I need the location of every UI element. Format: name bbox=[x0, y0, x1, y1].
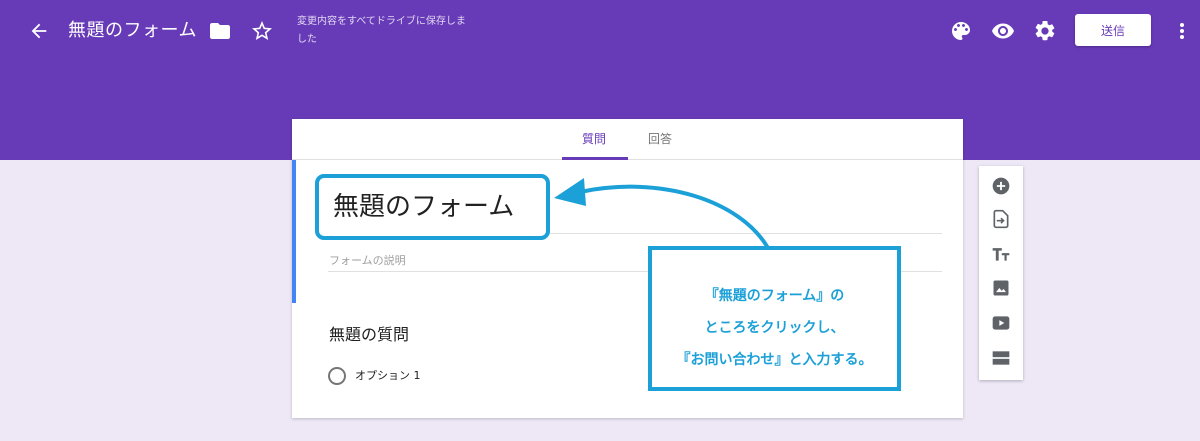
radio-button[interactable] bbox=[328, 367, 346, 385]
floating-toolbar bbox=[979, 166, 1023, 380]
tab-responses[interactable]: 回答 bbox=[648, 131, 672, 147]
form-description-input[interactable]: フォームの説明 bbox=[329, 254, 406, 268]
image-icon[interactable] bbox=[991, 278, 1011, 298]
folder-icon[interactable] bbox=[208, 19, 232, 43]
instruction-callout: 『無題のフォーム』の ところをクリックし、 『お問い合わせ』と入力する。 bbox=[648, 246, 901, 391]
form-name-header[interactable]: 無題のフォーム bbox=[68, 18, 197, 44]
question-title[interactable]: 無題の質問 bbox=[329, 324, 409, 346]
back-arrow-icon[interactable] bbox=[28, 20, 50, 42]
tab-bar: 質問 回答 bbox=[292, 119, 963, 160]
send-button[interactable]: 送信 bbox=[1075, 14, 1151, 46]
star-icon[interactable] bbox=[250, 19, 274, 43]
import-questions-icon[interactable] bbox=[991, 209, 1011, 229]
palette-icon[interactable] bbox=[949, 19, 973, 43]
gear-icon[interactable] bbox=[1033, 19, 1057, 43]
more-vert-icon[interactable] bbox=[1170, 19, 1194, 43]
form-title-input[interactable]: 無題のフォーム bbox=[333, 190, 514, 224]
option-label[interactable]: オプション 1 bbox=[355, 369, 421, 383]
callout-line-1: 『無題のフォーム』の bbox=[704, 288, 845, 304]
section-icon[interactable] bbox=[991, 348, 1011, 368]
focus-accent-bar bbox=[292, 160, 296, 303]
form-title-highlight[interactable]: 無題のフォーム bbox=[315, 174, 550, 240]
callout-line-3: 『お問い合わせ』と入力する。 bbox=[676, 352, 873, 368]
video-icon[interactable] bbox=[991, 313, 1011, 333]
top-app-bar: 無題のフォーム 変更内容をすべてドライブに保存しました 送信 bbox=[0, 0, 1200, 62]
title-text-icon[interactable] bbox=[991, 244, 1011, 264]
eye-icon[interactable] bbox=[991, 19, 1015, 43]
active-tab-indicator bbox=[562, 157, 628, 160]
save-status-text: 変更内容をすべてドライブに保存しました bbox=[297, 16, 466, 45]
tab-questions[interactable]: 質問 bbox=[582, 131, 606, 147]
callout-line-2: ところをクリックし、 bbox=[704, 320, 845, 336]
add-question-icon[interactable] bbox=[991, 176, 1011, 196]
